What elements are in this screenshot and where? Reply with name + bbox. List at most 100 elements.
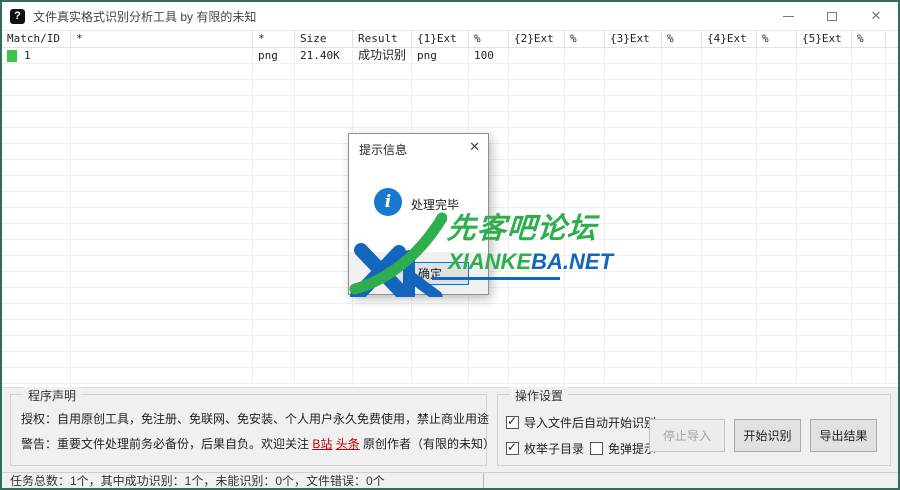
status-indicator [7, 50, 17, 62]
cell [852, 304, 886, 320]
column-header-4[interactable]: Result [353, 31, 412, 47]
cell [253, 304, 295, 320]
stop-import-button[interactable]: 停止导入 [649, 419, 725, 452]
column-header-6[interactable]: % [469, 31, 509, 47]
cell [509, 368, 565, 384]
cell [509, 288, 565, 304]
ok-button[interactable]: 确定 [391, 262, 469, 285]
cell [412, 336, 469, 352]
cell [702, 288, 757, 304]
column-header-9[interactable]: {3}Ext [605, 31, 662, 47]
auto-recognize-label: 导入文件后自动开始识别 [524, 414, 656, 431]
cell [295, 240, 353, 256]
cell [71, 224, 253, 240]
toutiao-link[interactable]: 头条 [336, 437, 360, 451]
column-header-14[interactable]: % [852, 31, 886, 47]
cell [852, 48, 886, 64]
cell [565, 144, 605, 160]
cell [662, 368, 702, 384]
table-empty-row [2, 112, 898, 128]
cell [797, 112, 852, 128]
cell [605, 160, 662, 176]
column-header-8[interactable]: % [565, 31, 605, 47]
cell [605, 64, 662, 80]
cell [469, 320, 509, 336]
maximize-button[interactable] [810, 2, 854, 30]
dialog-close-button[interactable]: ✕ [469, 139, 480, 155]
cell [469, 64, 509, 80]
table-row[interactable]: 1png21.40K成功识别png100 [2, 48, 898, 64]
cell [2, 224, 71, 240]
cell [797, 368, 852, 384]
column-header-7[interactable]: {2}Ext [509, 31, 565, 47]
cell [662, 48, 702, 64]
cell [852, 288, 886, 304]
row-filler [886, 128, 898, 144]
cell [662, 176, 702, 192]
cell [662, 160, 702, 176]
column-header-11[interactable]: {4}Ext [702, 31, 757, 47]
cell [702, 256, 757, 272]
minimize-button[interactable] [766, 2, 810, 30]
cell [2, 96, 71, 112]
cell [509, 144, 565, 160]
cell [702, 304, 757, 320]
column-header-1[interactable]: * [71, 31, 253, 47]
subdir-checkbox[interactable]: ✓ 枚举子目录 [506, 440, 584, 457]
table-empty-row [2, 96, 898, 112]
cell [253, 272, 295, 288]
cell: 21.40K [295, 48, 353, 64]
cell [757, 192, 797, 208]
cell [702, 240, 757, 256]
column-header-0[interactable]: Match/ID [2, 31, 71, 47]
table-empty-row [2, 320, 898, 336]
cell [509, 64, 565, 80]
cell [295, 304, 353, 320]
declaration-line2-suffix: 原创作者（有限的未知） [360, 437, 495, 451]
cell [2, 320, 71, 336]
cell [71, 160, 253, 176]
cell [412, 112, 469, 128]
cell [662, 240, 702, 256]
auto-recognize-checkbox[interactable]: ✓ 导入文件后自动开始识别 [506, 414, 656, 431]
cell [509, 208, 565, 224]
column-header-10[interactable]: % [662, 31, 702, 47]
dialog-message: 处理完毕 [411, 196, 459, 213]
cell [253, 192, 295, 208]
cell [71, 144, 253, 160]
cell [662, 256, 702, 272]
cell [295, 128, 353, 144]
cell [295, 192, 353, 208]
cell [2, 80, 71, 96]
cell [757, 272, 797, 288]
start-recognize-button[interactable]: 开始识别 [734, 419, 801, 452]
cell [605, 48, 662, 64]
cell [71, 64, 253, 80]
no-popup-checkbox[interactable]: 免弹提示 [590, 440, 656, 457]
bilibili-link[interactable]: B站 [312, 437, 332, 451]
cell [565, 80, 605, 96]
cell [71, 304, 253, 320]
export-results-button[interactable]: 导出结果 [810, 419, 877, 452]
column-header-13[interactable]: {5}Ext [797, 31, 852, 47]
row-filler [886, 336, 898, 352]
column-header-5[interactable]: {1}Ext [412, 31, 469, 47]
cell [757, 352, 797, 368]
close-button[interactable]: ✕ [854, 2, 898, 30]
minimize-icon [783, 16, 794, 17]
cell [565, 160, 605, 176]
cell [797, 304, 852, 320]
cell [565, 304, 605, 320]
cell [509, 176, 565, 192]
cell [702, 368, 757, 384]
cell [757, 320, 797, 336]
cell [253, 128, 295, 144]
cell [565, 368, 605, 384]
cell [702, 272, 757, 288]
column-header-3[interactable]: Size [295, 31, 353, 47]
row-filler [886, 192, 898, 208]
cell [253, 112, 295, 128]
column-header-2[interactable]: * [253, 31, 295, 47]
column-header-12[interactable]: % [757, 31, 797, 47]
cell [797, 336, 852, 352]
